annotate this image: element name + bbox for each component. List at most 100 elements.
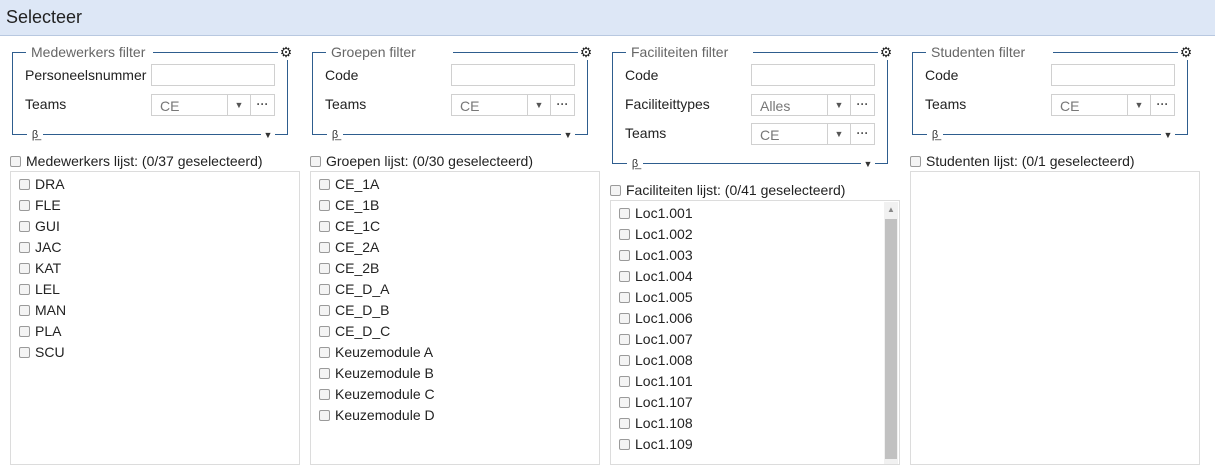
- list-item[interactable]: Loc1.008: [619, 351, 693, 369]
- item-checkbox[interactable]: [319, 221, 330, 232]
- caret-down-icon[interactable]: ▼: [527, 95, 550, 115]
- item-checkbox[interactable]: [19, 347, 30, 358]
- list-item[interactable]: CE_1C: [319, 217, 380, 235]
- gear-icon[interactable]: ⚙: [278, 44, 294, 60]
- list-item[interactable]: FLE: [19, 196, 61, 214]
- item-checkbox[interactable]: [19, 242, 30, 253]
- item-checkbox[interactable]: [319, 389, 330, 400]
- filter-text-input[interactable]: [751, 64, 875, 86]
- list-header[interactable]: Groepen lijst: (0/30 geselecteerd): [310, 153, 533, 169]
- item-checkbox[interactable]: [19, 263, 30, 274]
- list-item[interactable]: Loc1.005: [619, 288, 693, 306]
- caret-down-icon[interactable]: ▼: [561, 129, 575, 141]
- filter-select[interactable]: CE ▼ ···: [451, 94, 575, 116]
- item-checkbox[interactable]: [619, 439, 630, 450]
- item-checkbox[interactable]: [19, 221, 30, 232]
- gear-icon[interactable]: ⚙: [1178, 44, 1194, 60]
- filter-select[interactable]: CE ▼ ···: [751, 123, 875, 145]
- item-checkbox[interactable]: [619, 292, 630, 303]
- list-header[interactable]: Faciliteiten lijst: (0/41 geselecteerd): [610, 182, 845, 198]
- list-item[interactable]: CE_1B: [319, 196, 379, 214]
- list-box[interactable]: [910, 171, 1200, 465]
- caret-down-icon[interactable]: ▼: [1127, 95, 1150, 115]
- item-checkbox[interactable]: [319, 347, 330, 358]
- gear-icon[interactable]: ⚙: [878, 44, 894, 60]
- item-checkbox[interactable]: [319, 200, 330, 211]
- ellipsis-icon[interactable]: ···: [1150, 95, 1174, 115]
- list-item[interactable]: PLA: [19, 322, 61, 340]
- list-item[interactable]: Keuzemodule A: [319, 343, 433, 361]
- item-checkbox[interactable]: [619, 271, 630, 282]
- list-item[interactable]: Keuzemodule C: [319, 385, 435, 403]
- item-checkbox[interactable]: [19, 200, 30, 211]
- list-item[interactable]: LEL: [19, 280, 60, 298]
- item-checkbox[interactable]: [619, 355, 630, 366]
- filter-select[interactable]: CE ▼ ···: [1051, 94, 1175, 116]
- item-checkbox[interactable]: [319, 305, 330, 316]
- list-item[interactable]: CE_D_A: [319, 280, 389, 298]
- item-checkbox[interactable]: [319, 242, 330, 253]
- item-checkbox[interactable]: [19, 284, 30, 295]
- list-item[interactable]: Loc1.101: [619, 372, 693, 390]
- caret-down-icon[interactable]: ▼: [1161, 129, 1175, 141]
- list-item[interactable]: DRA: [19, 175, 65, 193]
- filter-clear-icon[interactable]: β̲: [927, 128, 943, 142]
- item-checkbox[interactable]: [19, 305, 30, 316]
- item-checkbox[interactable]: [619, 229, 630, 240]
- ellipsis-icon[interactable]: ···: [850, 124, 874, 144]
- list-item[interactable]: Keuzemodule D: [319, 406, 435, 424]
- list-item[interactable]: CE_D_B: [319, 301, 389, 319]
- caret-down-icon[interactable]: ▼: [861, 158, 875, 170]
- ellipsis-icon[interactable]: ···: [550, 95, 574, 115]
- filter-text-input[interactable]: [151, 64, 275, 86]
- filter-clear-icon[interactable]: β̲: [27, 128, 43, 142]
- select-all-checkbox[interactable]: [310, 156, 321, 167]
- list-item[interactable]: Loc1.108: [619, 414, 693, 432]
- ellipsis-icon[interactable]: ···: [250, 95, 274, 115]
- list-item[interactable]: KAT: [19, 259, 61, 277]
- filter-text-input[interactable]: [451, 64, 575, 86]
- list-box[interactable]: DRA FLE GUI JAC KAT LEL MAN PLA SCU: [10, 171, 300, 465]
- list-item[interactable]: Loc1.006: [619, 309, 693, 327]
- list-item[interactable]: SCU: [19, 343, 65, 361]
- filter-select[interactable]: Alles ▼ ···: [751, 94, 875, 116]
- list-item[interactable]: Loc1.109: [619, 435, 693, 453]
- scrollbar[interactable]: ▲: [884, 202, 898, 464]
- caret-down-icon[interactable]: ▼: [261, 129, 275, 141]
- item-checkbox[interactable]: [319, 368, 330, 379]
- filter-text-input[interactable]: [1051, 64, 1175, 86]
- caret-down-icon[interactable]: ▼: [827, 124, 850, 144]
- list-item[interactable]: Loc1.003: [619, 246, 693, 264]
- filter-clear-icon[interactable]: β̲: [327, 128, 343, 142]
- list-box[interactable]: CE_1A CE_1B CE_1C CE_2A CE_2B CE_D_A CE_D_B CE_…: [310, 171, 600, 465]
- list-item[interactable]: Loc1.001: [619, 204, 693, 222]
- gear-icon[interactable]: ⚙: [578, 44, 594, 60]
- list-item[interactable]: CE_1A: [319, 175, 379, 193]
- select-all-checkbox[interactable]: [910, 156, 921, 167]
- item-checkbox[interactable]: [19, 326, 30, 337]
- list-item[interactable]: CE_D_C: [319, 322, 390, 340]
- list-item[interactable]: Keuzemodule B: [319, 364, 434, 382]
- list-header[interactable]: Medewerkers lijst: (0/37 geselecteerd): [10, 153, 263, 169]
- list-header[interactable]: Studenten lijst: (0/1 geselecteerd): [910, 153, 1135, 169]
- item-checkbox[interactable]: [19, 179, 30, 190]
- item-checkbox[interactable]: [319, 263, 330, 274]
- list-item[interactable]: MAN: [19, 301, 66, 319]
- item-checkbox[interactable]: [619, 208, 630, 219]
- item-checkbox[interactable]: [619, 313, 630, 324]
- list-item[interactable]: CE_2A: [319, 238, 379, 256]
- caret-down-icon[interactable]: ▼: [227, 95, 250, 115]
- list-item[interactable]: Loc1.002: [619, 225, 693, 243]
- list-item[interactable]: GUI: [19, 217, 60, 235]
- item-checkbox[interactable]: [319, 410, 330, 421]
- ellipsis-icon[interactable]: ···: [850, 95, 874, 115]
- select-all-checkbox[interactable]: [610, 185, 621, 196]
- list-box[interactable]: Loc1.001 Loc1.002 Loc1.003 Loc1.004 Loc1.005…: [610, 200, 900, 465]
- item-checkbox[interactable]: [619, 397, 630, 408]
- list-item[interactable]: JAC: [19, 238, 61, 256]
- item-checkbox[interactable]: [319, 326, 330, 337]
- list-item[interactable]: CE_2B: [319, 259, 379, 277]
- item-checkbox[interactable]: [619, 376, 630, 387]
- item-checkbox[interactable]: [619, 334, 630, 345]
- item-checkbox[interactable]: [319, 284, 330, 295]
